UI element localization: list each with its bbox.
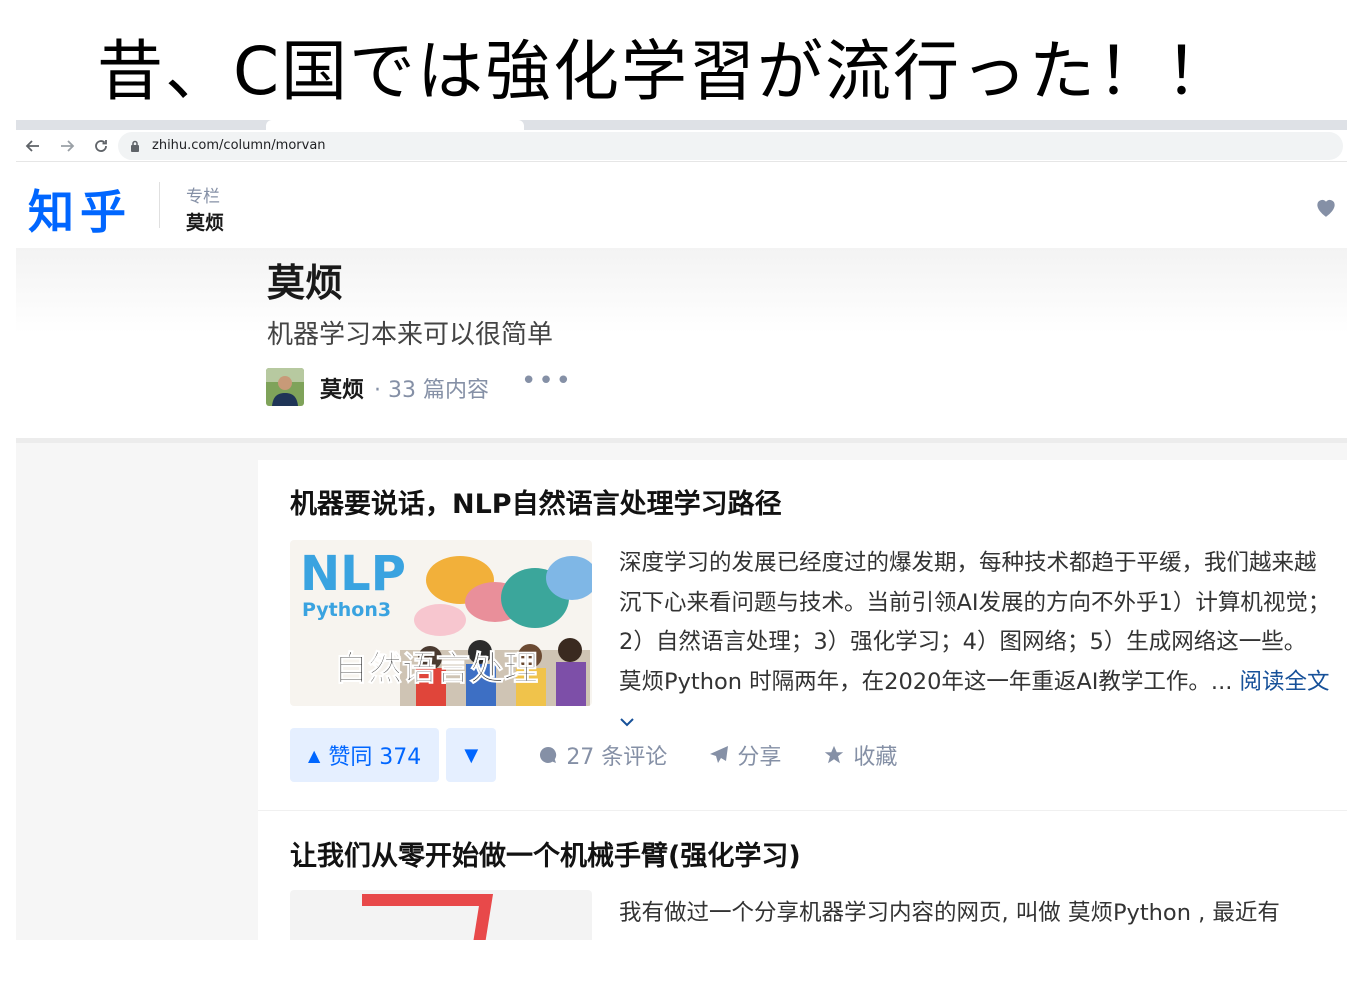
excerpt-text: 深度学习的发展已经度过的爆发期，每种技术都趋于平缓，我们越来越沉下心来看问题与技… [619,550,1331,695]
upvote-icon: ▲ [308,745,321,765]
heart-icon[interactable] [1313,194,1339,220]
comments-button[interactable]: 27 条评论 [538,739,667,771]
thumbnail-caption: 自然语言处理 [334,649,538,689]
star-icon [825,745,844,764]
column-description: 机器学习本来可以很简单 [267,320,554,350]
more-options-icon[interactable]: ••• [521,366,573,396]
section-label[interactable]: 专栏 [186,182,220,207]
zhihu-header: 知乎 专栏 莫烦 [16,162,1347,248]
downvote-icon: ▼ [464,744,479,766]
browser-active-tab[interactable] [266,120,524,130]
thumbnail-headline: NLP [300,546,406,602]
share-label: 分享 [737,745,782,770]
post-count: · 33 篇内容 [374,378,489,403]
upvote-label: 赞同 374 [328,745,422,770]
article-excerpt: 深度学习的发展已经度过的爆发期，每种技术都趋于平缓，我们越来越沉下心来看问题与技… [619,544,1331,742]
forward-arrow-icon[interactable] [50,130,84,162]
slide-caption: 昔、C国では強化学習が流行った！！ [96,33,1234,110]
article-list: 机器要说话，NLP自然语言处理学习路径 NLP Python3 自然语言处理 深… [258,460,1347,940]
lock-icon [130,140,144,152]
address-text: zhihu.com/column/morvan [152,138,326,153]
comments-label: 27 条评论 [566,745,668,770]
thumbnail-sub: Python3 [302,599,391,621]
comment-icon [540,746,557,763]
column-author[interactable]: 莫烦 [320,372,364,404]
article-actions: ▲ 赞同 374 ▼ 27 条评论 分享 收藏 [290,728,897,782]
share-icon [710,746,729,763]
column-title: 莫烦 [267,261,344,305]
chevron-down-icon [620,717,634,726]
browser-toolbar: zhihu.com/column/morvan [16,130,1347,162]
column-hero: 莫烦 机器学习本来可以很简单 莫烦 · 33 篇内容 ••• [16,248,1347,443]
address-bar[interactable]: zhihu.com/column/morvan [118,131,1343,160]
favorite-button[interactable]: 收藏 [823,739,897,771]
reload-icon[interactable] [84,130,118,162]
favorite-label: 收藏 [853,745,898,770]
article-title[interactable]: 让我们从零开始做一个机械手臂(强化学习) [290,834,801,873]
upvote-button[interactable]: ▲ 赞同 374 [290,728,440,782]
article-thumbnail[interactable]: NLP Python3 自然语言处理 [290,540,592,706]
article-thumbnail[interactable] [290,890,592,940]
avatar[interactable] [266,368,304,406]
header-column-name[interactable]: 莫烦 [186,208,224,235]
browser-window: zhihu.com/column/morvan 知乎 专栏 莫烦 莫烦 机器学习… [16,120,1347,940]
share-button[interactable]: 分享 [709,739,781,771]
downvote-button[interactable]: ▼ [446,728,497,782]
header-divider [159,182,160,228]
read-more-label: 阅读全文 [1239,668,1330,695]
article-title[interactable]: 机器要说话，NLP自然语言处理学习路径 [290,482,782,521]
zhihu-logo[interactable]: 知乎 [28,176,132,242]
article-excerpt: 我有做过一个分享机器学习内容的网页, 叫做 莫烦Python , 最近有 [619,900,1280,926]
article-divider [258,810,1347,811]
back-arrow-icon[interactable] [16,130,50,162]
browser-tabstrip [16,120,1347,130]
